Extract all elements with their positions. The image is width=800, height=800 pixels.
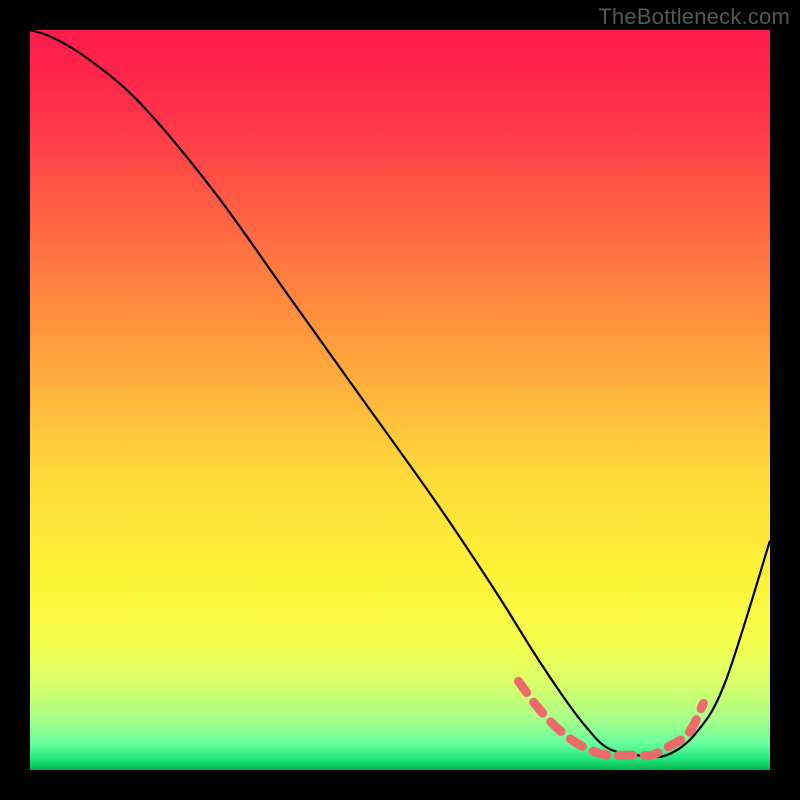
gradient-background — [30, 30, 770, 770]
chart-canvas — [30, 30, 770, 770]
chart-frame: TheBottleneck.com — [0, 0, 800, 800]
attribution-label: TheBottleneck.com — [598, 4, 790, 30]
